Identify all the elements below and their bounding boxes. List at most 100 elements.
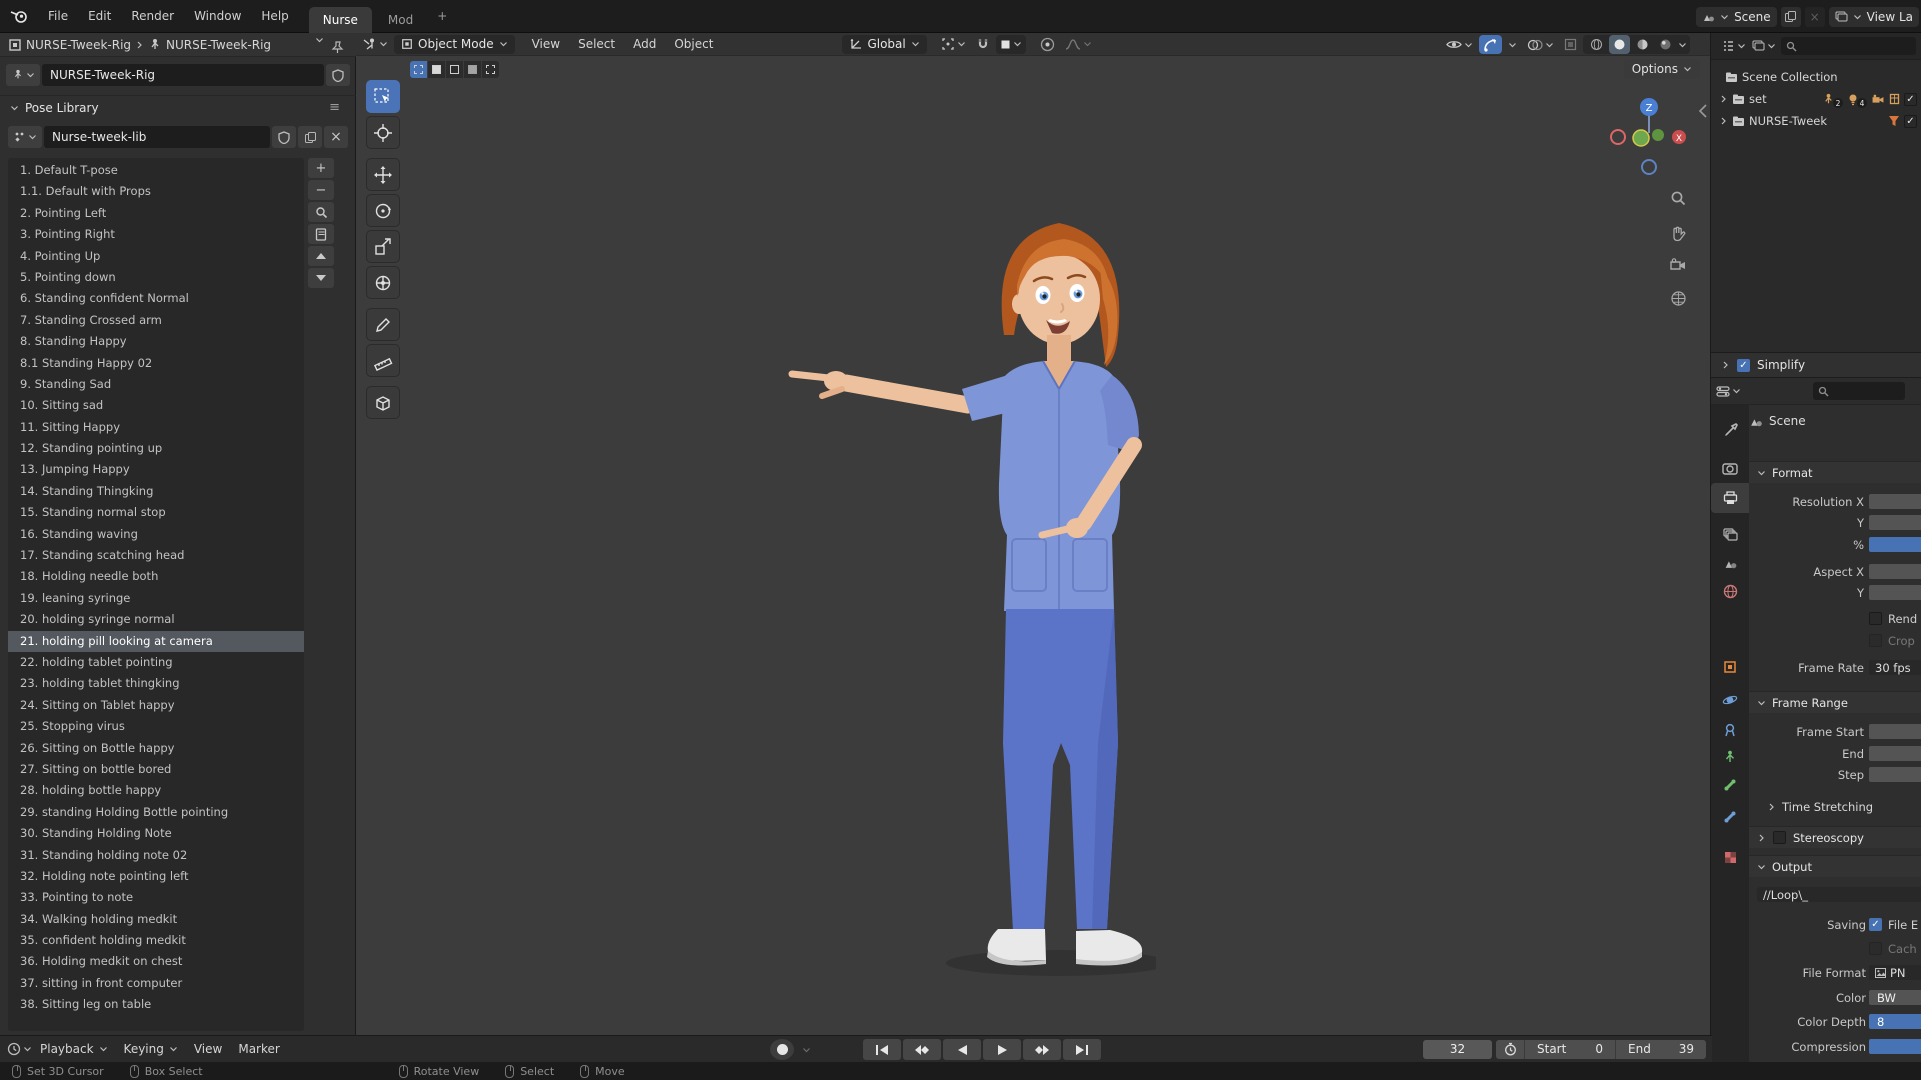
library-unlink-button[interactable]: × [324,126,348,148]
pose-list-item[interactable]: 3. Pointing Right [8,224,304,245]
pose-list-item[interactable]: 1. Default T-pose [8,160,304,181]
pose-list-item[interactable]: 10. Sitting sad [8,395,304,416]
frame-end-field[interactable] [1869,746,1921,761]
pose-list-item[interactable]: 35. confident holding medkit [8,930,304,951]
workspace-tab[interactable]: Mod [374,7,427,33]
tab-scene[interactable] [1711,548,1749,578]
topbar-menu[interactable]: Render [121,0,184,33]
ortho-grid-icon[interactable] [1668,288,1688,308]
pose-list-item[interactable]: 21. holding pill looking at camera [8,631,304,652]
library-name-field[interactable]: Nurse-tweek-lib [44,126,270,148]
file-extensions-checkbox[interactable]: ✓ [1869,918,1882,931]
tab-texture[interactable] [1711,842,1749,872]
shading-solid-button[interactable] [1609,35,1630,54]
keying-menu[interactable]: Keying [116,1042,186,1056]
pose-list-item[interactable]: 15. Standing normal stop [8,502,304,523]
tool-scale[interactable] [366,230,400,263]
output-section-header[interactable]: Output [1749,855,1921,877]
tool-add-cube[interactable] [366,386,400,419]
overlays-toggle[interactable] [1523,35,1558,54]
outliner-filter-dropdown[interactable] [1751,37,1777,56]
start-frame-field[interactable]: Start0 [1525,1042,1615,1056]
pose-list-item[interactable]: 8. Standing Happy [8,331,304,352]
end-frame-field[interactable]: End39 [1616,1042,1706,1056]
timeline-editor-type-button[interactable] [6,1040,32,1059]
pose-list-item[interactable]: 8.1 Standing Happy 02 [8,353,304,374]
remove-pose-button[interactable]: − [308,180,334,200]
tab-object-data[interactable] [1711,742,1749,772]
chevron-down-icon[interactable] [802,1047,811,1053]
pose-list-item[interactable]: 13. Jumping Happy [8,459,304,480]
tool-rotate[interactable] [366,194,400,227]
add-workspace-button[interactable]: + [427,9,457,23]
format-section-header[interactable]: Format [1749,461,1921,483]
nurse-visibility-checkbox[interactable]: ✓ [1904,115,1917,128]
library-book-icon[interactable] [308,224,334,244]
pose-list-item[interactable]: 29. standing Holding Bottle pointing [8,802,304,823]
sidebar-expand-icon[interactable] [1698,103,1708,119]
outliner-row-scene-collection[interactable]: Scene Collection [1725,66,1915,88]
set-visibility-checkbox[interactable]: ✓ [1904,93,1917,106]
stereoscopy-section-header[interactable]: ✓ Stereoscopy [1749,826,1921,848]
pivot-point-dropdown[interactable] [937,35,970,54]
shading-rendered-button[interactable] [1655,35,1676,54]
topbar-menu[interactable]: Window [184,0,251,33]
properties-editor-type-button[interactable] [1715,382,1741,401]
display-mode-dropdown[interactable] [1721,37,1747,56]
panel-menu-icon[interactable]: ≡ [329,100,340,115]
tool-annotate[interactable] [366,308,400,341]
viewport-3d[interactable]: Object Mode ViewSelectAddObject Global [356,33,1710,1035]
library-copy-button[interactable] [298,126,322,148]
select-subtract-mode[interactable] [446,61,463,78]
gizmo-settings-dropdown[interactable] [1504,35,1521,54]
color-bw-button[interactable]: BW [1869,990,1921,1005]
resolution-x-field[interactable] [1869,494,1921,509]
pose-library-panel-header[interactable]: Pose Library ≡ [0,95,356,119]
topbar-menu[interactable]: Edit [78,0,121,33]
pose-list-item[interactable]: 19. leaning syringe [8,588,304,609]
editor-type-button[interactable] [362,35,388,54]
expand-icon[interactable] [1721,117,1727,126]
frame-step-field[interactable] [1869,767,1921,782]
blender-logo-icon[interactable] [0,0,38,33]
pose-list-item[interactable]: 9. Standing Sad [8,374,304,395]
pose-list-item[interactable]: 11. Sitting Happy [8,417,304,438]
cache-checkbox[interactable]: ✓ [1869,942,1882,955]
viewport-menu[interactable]: Select [569,37,624,51]
pose-list-item[interactable]: 30. Standing Holding Note [8,823,304,844]
view-menu[interactable]: View [186,1042,230,1056]
jump-to-end-button[interactable] [1063,1039,1101,1060]
file-format-dropdown[interactable]: PN [1869,965,1921,980]
move-down-button[interactable] [308,268,334,288]
frame-rate-dropdown[interactable]: 30 fps [1869,660,1921,675]
color-depth-8-button[interactable]: 8 [1869,1014,1921,1029]
stereoscopy-checkbox[interactable]: ✓ [1773,831,1786,844]
aspect-y-field[interactable] [1869,585,1921,600]
orientation-dropdown[interactable]: Global [842,35,926,54]
tool-cursor[interactable] [366,116,400,149]
simplify-checkbox[interactable]: ✓ [1737,359,1750,372]
options-dropdown[interactable]: Options [1624,59,1700,79]
tool-measure[interactable] [366,344,400,377]
fake-user-button[interactable] [326,64,350,86]
tab-render[interactable] [1711,453,1749,483]
select-box-mode[interactable] [410,61,427,78]
resolution-percent-slider[interactable] [1869,537,1921,552]
proportional-falloff-dropdown[interactable] [1061,35,1096,54]
time-stretching-header[interactable]: Time Stretching [1749,798,1921,815]
new-scene-button[interactable] [1781,7,1801,27]
zoom-icon[interactable] [1668,188,1688,208]
pose-list-item[interactable]: 26. Sitting on Bottle happy [8,738,304,759]
frame-start-field[interactable] [1869,724,1921,739]
pose-list-item[interactable]: 24. Sitting on Tablet happy [8,695,304,716]
topbar-menu[interactable]: Help [251,0,298,33]
shading-wireframe-button[interactable] [1586,35,1607,54]
pose-list-item[interactable]: 1.1. Default with Props [8,181,304,202]
topbar-menu[interactable]: File [38,0,78,33]
pose-list-item[interactable]: 17. Standing scatching head [8,545,304,566]
tool-move[interactable] [366,158,400,191]
auto-key-button[interactable] [770,1039,794,1060]
outliner-search-input[interactable] [1781,37,1916,55]
proportional-edit-toggle[interactable] [1036,35,1059,54]
move-up-button[interactable] [308,246,334,266]
